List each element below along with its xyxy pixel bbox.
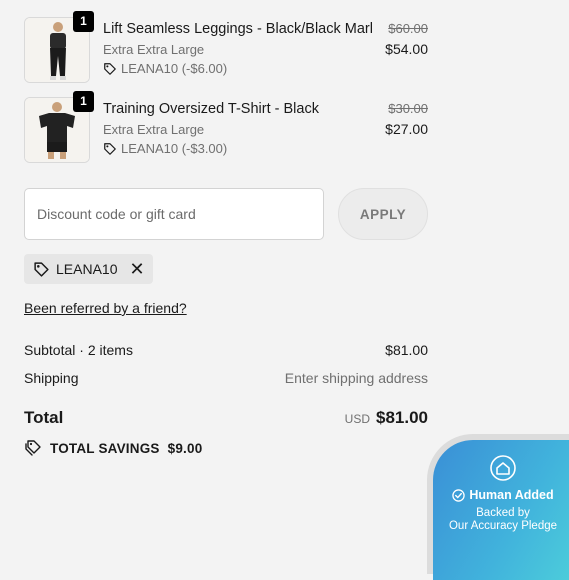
item-price: $27.00 [385,121,428,137]
badge-title-text: Human Added [469,488,554,502]
shipping-label: Shipping [24,370,79,386]
quantity-badge: 1 [73,91,94,112]
total-label: Total [24,408,64,427]
shipping-value: Enter shipping address [284,370,428,386]
total-value: $81.00 [376,408,428,427]
tag-icon [104,62,116,75]
cart-item: 1 Lift Seamless Leggings - Black/Black M… [24,11,428,83]
item-discount-text: LEANA10 (-$3.00) [121,141,228,156]
referral-link[interactable]: Been referred by a friend? [24,300,187,316]
cart-item: 1 Training Oversized T-Shirt - Black Ext… [24,91,428,163]
tag-icon [34,261,49,277]
subtotal-value: $81.00 [385,342,428,358]
item-discount-text: LEANA10 (-$6.00) [121,61,228,76]
subtotal-row: Subtotal · 2 items $81.00 [24,342,428,358]
accuracy-badge[interactable]: Human Added Backed by Our Accuracy Pledg… [427,434,569,580]
tag-icon [104,142,116,155]
applied-discount-chip: LEANA10 ✕ [24,254,153,284]
item-original-price: $30.00 [388,101,428,116]
badge-line-1: Backed by [476,507,530,519]
total-row: Total USD $81.00 [24,408,428,428]
tags-icon [25,440,41,456]
applied-code: LEANA10 [56,261,118,277]
subtotal-label: Subtotal · 2 items [24,342,133,358]
item-variant: Extra Extra Large [103,42,205,57]
savings-value: $9.00 [167,440,203,456]
shipping-row: Shipping Enter shipping address [24,370,428,386]
total-amount: USD $81.00 [345,408,428,428]
item-original-price: $60.00 [388,21,428,36]
house-logo-icon [490,455,516,481]
currency-code: USD [344,412,370,426]
check-circle-icon [452,488,466,502]
discount-code-input[interactable] [24,188,324,240]
item-discount: LEANA10 (-$6.00) [103,61,227,76]
item-name: Training Oversized T-Shirt - Black [103,101,319,117]
item-name: Lift Seamless Leggings - Black/Black Mar… [103,21,373,37]
close-icon[interactable]: ✕ [129,260,144,278]
item-variant: Extra Extra Large [103,122,205,137]
apply-button[interactable]: APPLY [338,188,428,240]
item-discount: LEANA10 (-$3.00) [103,141,227,156]
badge-line-2: Our Accuracy Pledge [448,520,558,532]
quantity-badge: 1 [73,11,94,32]
badge-title: Human Added [433,488,569,502]
total-savings: TOTAL SAVINGS $9.00 [24,439,202,457]
item-price: $54.00 [385,41,428,57]
savings-label: TOTAL SAVINGS [50,440,160,456]
